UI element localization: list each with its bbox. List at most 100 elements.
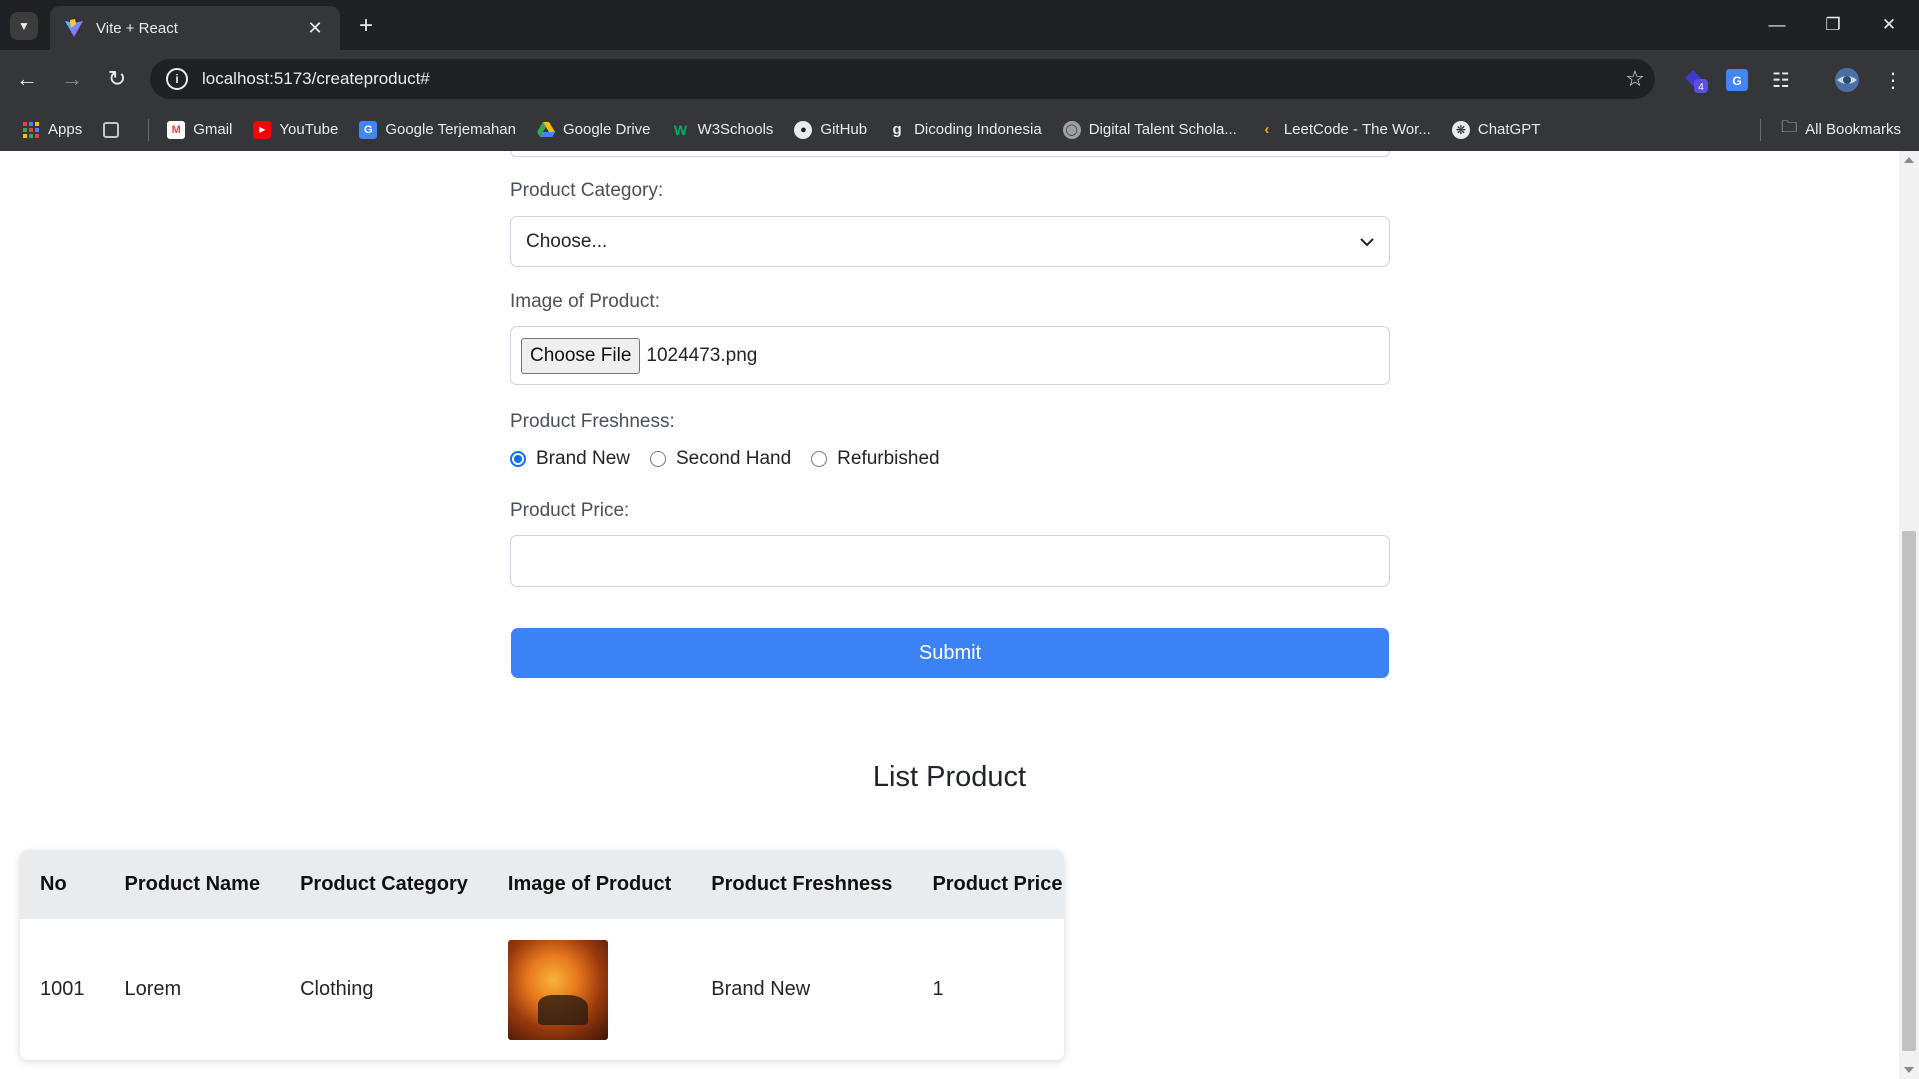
scrollbar-thumb[interactable] [1902,531,1916,1051]
translate-extension-icon[interactable]: G [1722,65,1752,95]
price-input[interactable] [510,535,1390,587]
profile-avatar[interactable] [1832,65,1862,95]
leetcode-icon: ‹ [1264,121,1270,138]
bookmark-gmail[interactable]: M Gmail [167,120,233,139]
arrow-right-icon: → [61,66,83,91]
page-scrollbar[interactable] [1899,151,1919,1079]
bookmark-chatgpt[interactable]: ❋ ChatGPT [1451,120,1541,139]
restore-button[interactable]: ❐ [1810,8,1856,42]
choose-file-button[interactable]: Choose File [521,337,641,374]
extensions-puzzle-icon[interactable]: ☷ [1766,65,1796,95]
freshness-radio-group: Brand New Second Hand Refurbished [510,448,960,470]
bookmark-dicoding[interactable]: g Dicoding Indonesia [888,121,1042,139]
extension-icon[interactable]: 4 [1680,65,1710,95]
radio-label: Brand New [536,448,630,469]
cell-price: 1 [932,978,944,1000]
radio-button[interactable] [811,451,828,467]
site-info-icon[interactable]: i [166,68,188,90]
radio-button[interactable] [650,451,666,467]
forward-button[interactable]: → [55,62,89,96]
w3schools-icon: W [673,121,688,138]
google-drive-icon [536,121,555,139]
extension-badge-count: 4 [1698,82,1704,93]
url-text: localhost:5173/createproduct# [202,69,430,88]
column-header: Image of Product [507,873,672,895]
all-bookmarks-button[interactable]: 🗀 All Bookmarks [1760,108,1901,151]
column-header: Product Category [300,873,468,895]
google-translate-ext-icon: G [1726,69,1748,91]
file-name: 1024473.png [646,344,758,366]
tab-groups-icon [103,121,120,138]
vite-logo-icon [65,19,83,37]
bookmark-label: W3Schools [697,121,774,138]
radio-button-checked[interactable] [510,451,526,467]
globe-icon: ◯ [1062,120,1081,139]
bookmark-label: Apps [48,121,83,138]
close-window-button[interactable]: ✕ [1866,8,1912,42]
table-header-row: No Product Name Product Category Image o… [20,850,1064,919]
bookmark-star-icon[interactable]: ☆ [1615,66,1655,92]
bookmark-label: YouTube [279,121,339,138]
cell-no: 1001 [40,978,85,1000]
browser-chrome: ▼ Vite + React ✕ + — ❐ ✕ ← → ↻ i localho… [0,0,1919,151]
category-label: Product Category: [510,180,664,201]
bookmark-youtube[interactable]: ▶ YouTube [253,120,339,139]
cell-freshness: Brand New [711,978,811,1000]
image-file-input[interactable]: Choose File 1024473.png [510,326,1390,385]
bookmark-apps[interactable]: Apps [22,121,82,139]
more-menu-icon[interactable]: ⋮ [1878,65,1908,95]
image-label: Image of Product: [510,291,660,312]
submit-button[interactable]: Submit [511,628,1389,678]
tab-search-button[interactable]: ▼ [10,12,38,40]
bookmark-label: Dicoding Indonesia [914,121,1042,138]
column-header: No [40,873,67,895]
bookmark-label: Gmail [193,121,233,138]
dicoding-icon: g [892,121,902,138]
bookmark-google-translate[interactable]: G Google Terjemahan [359,120,516,139]
category-select[interactable]: Choose... [510,216,1390,267]
apps-grid-icon [22,121,40,139]
browser-toolbar: ← → ↻ i localhost:5173/createproduct# ☆ … [0,50,1919,108]
new-tab-button[interactable]: + [352,12,380,40]
radio-second-hand[interactable]: Second Hand [650,448,791,470]
bookmark-separator [148,118,150,141]
all-bookmarks-label: All Bookmarks [1805,121,1901,138]
chevron-down-icon [1360,237,1374,246]
bookmark-w3schools[interactable]: W W3Schools [672,121,774,139]
radio-label: Refurbished [837,448,940,469]
scroll-up-arrow-icon[interactable] [1904,157,1914,163]
bookmark-separator [1760,118,1762,141]
reload-button[interactable]: ↻ [100,62,134,96]
column-header: Product Freshness [711,873,893,895]
bookmark-leetcode[interactable]: ‹ LeetCode - The Wor... [1258,121,1431,139]
folder-icon: 🗀 [1781,119,1798,136]
product-name-input[interactable] [510,151,1390,157]
bookmark-github[interactable]: ● GitHub [794,120,868,139]
active-tab[interactable]: Vite + React ✕ [50,6,340,50]
address-bar[interactable]: i localhost:5173/createproduct# ☆ [150,59,1655,99]
bookmark-label: Digital Talent Schola... [1088,121,1237,138]
youtube-icon: ▶ [253,120,272,139]
category-select-value: Choose... [526,230,608,252]
bookmark-label: GitHub [820,121,868,138]
bookmark-digital-talent[interactable]: ◯ Digital Talent Schola... [1062,120,1237,139]
github-icon: ● [794,120,813,139]
back-button[interactable]: ← [10,62,44,96]
minimize-button[interactable]: — [1754,8,1800,42]
column-header: Product Price [932,873,1063,895]
scroll-down-arrow-icon[interactable] [1904,1067,1914,1073]
table-row: 1001 Lorem Clothing Brand New 1 [20,919,1064,1060]
avatar-icon [1835,68,1859,92]
product-image-thumbnail [507,939,608,1040]
bookmark-label: ChatGPT [1477,121,1541,138]
gmail-icon: M [167,120,186,139]
bookmark-google-drive[interactable]: Google Drive [536,121,651,139]
bookmark-tab-groups[interactable] [103,121,127,138]
bookmarks-bar: Apps M Gmail ▶ YouTube G Google Terjemah… [0,108,1919,151]
radio-refurbished[interactable]: Refurbished [811,448,940,470]
radio-brand-new[interactable]: Brand New [510,448,630,470]
price-label: Product Price: [510,500,630,521]
close-tab-icon[interactable]: ✕ [304,18,326,39]
column-header: Product Name [124,873,261,895]
freshness-label: Product Freshness: [510,411,675,432]
